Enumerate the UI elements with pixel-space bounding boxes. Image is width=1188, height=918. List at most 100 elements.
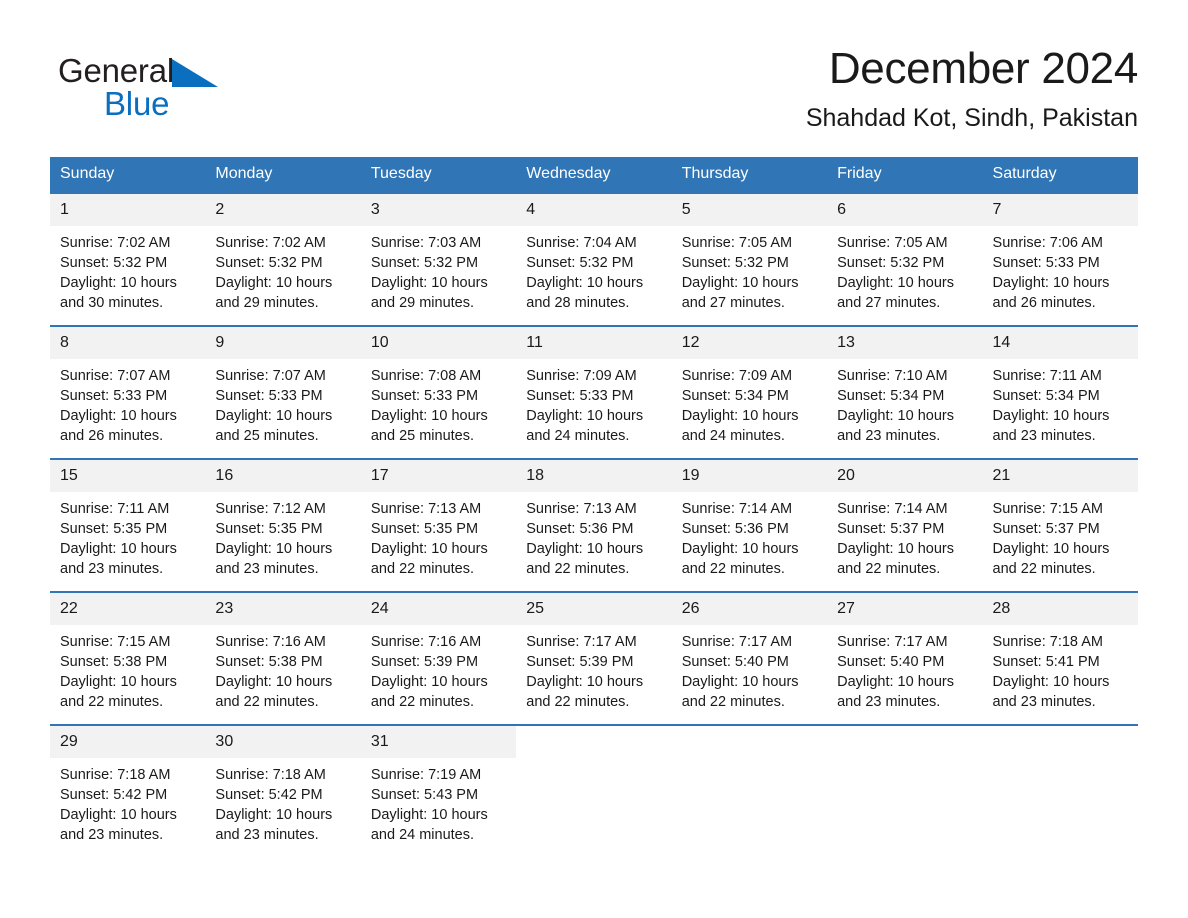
- day-number: 23: [205, 593, 361, 625]
- calendar-day-cell[interactable]: 7 Sunrise: 7:06 AM Sunset: 5:33 PM Daylight…: [982, 192, 1138, 326]
- calendar-day-cell[interactable]: 29 Sunrise: 7:18 AM Sunset: 5:42 PM Dayligh…: [50, 724, 206, 845]
- calendar-day-cell[interactable]: 1 Sunrise: 7:02 AM Sunset: 5:32 PM Daylight…: [50, 192, 206, 326]
- day-details: Sunrise: 7:10 AM Sunset: 5:34 PM Daylight:…: [827, 359, 982, 446]
- day-details: Sunrise: 7:18 AM Sunset: 5:42 PM Daylight:…: [50, 758, 205, 845]
- daylight-text-line2: and 23 minutes.: [837, 694, 941, 710]
- calendar-day-cell[interactable]: 20 Sunrise: 7:14 AM Sunset: 5:37 PM Dayligh…: [827, 458, 983, 592]
- calendar-day-cell[interactable]: 10 Sunrise: 7:08 AM Sunset: 5:33 PM Dayligh…: [360, 325, 517, 459]
- calendar-day-cell[interactable]: 9 Sunrise: 7:07 AM Sunset: 5:33 PM Daylight…: [205, 325, 361, 459]
- calendar-day-cell[interactable]: 18 Sunrise: 7:13 AM Sunset: 5:36 PM Dayligh…: [516, 458, 672, 592]
- calendar-day-cell[interactable]: 28 Sunrise: 7:18 AM Sunset: 5:41 PM Dayligh…: [982, 591, 1138, 725]
- calendar-day-cell[interactable]: 4 Sunrise: 7:04 AM Sunset: 5:32 PM Daylight…: [516, 192, 672, 326]
- calendar-day-cell[interactable]: 17 Sunrise: 7:13 AM Sunset: 5:35 PM Dayligh…: [360, 458, 517, 592]
- calendar-day-cell[interactable]: 13 Sunrise: 7:10 AM Sunset: 5:34 PM Dayligh…: [827, 325, 983, 459]
- calendar-day-cell[interactable]: 24 Sunrise: 7:16 AM Sunset: 5:39 PM Dayligh…: [360, 591, 517, 725]
- sunset-text: Sunset: 5:40 PM: [681, 654, 789, 670]
- triangle-flag-icon: [172, 59, 219, 92]
- calendar-day-cell[interactable]: 21 Sunrise: 7:15 AM Sunset: 5:37 PM Dayligh…: [982, 458, 1138, 592]
- day-number: [827, 726, 983, 758]
- sunrise-text: Sunrise: 7:06 AM: [992, 235, 1103, 251]
- calendar-day-cell[interactable]: 8 Sunrise: 7:07 AM Sunset: 5:33 PM Daylight…: [50, 325, 206, 459]
- calendar-day-cell[interactable]: 5 Sunrise: 7:05 AM Sunset: 5:32 PM Daylight…: [671, 192, 828, 326]
- calendar-empty-cell: [827, 724, 983, 845]
- daylight-text-line2: and 26 minutes.: [60, 428, 164, 444]
- sunset-text: Sunset: 5:37 PM: [837, 521, 945, 537]
- day-number: 15: [50, 460, 206, 492]
- calendar-body: 1 Sunrise: 7:02 AM Sunset: 5:32 PM Daylight…: [50, 192, 1138, 845]
- calendar-day-cell[interactable]: 6 Sunrise: 7:05 AM Sunset: 5:32 PM Daylight…: [827, 192, 983, 326]
- calendar-day-cell[interactable]: 22 Sunrise: 7:15 AM Sunset: 5:38 PM Dayligh…: [50, 591, 206, 725]
- daylight-text-line1: Daylight: 10 hours: [370, 408, 488, 424]
- day-number: [671, 726, 828, 758]
- sunset-text: Sunset: 5:34 PM: [992, 388, 1100, 404]
- daylight-text-line2: and 23 minutes.: [837, 428, 941, 444]
- generalblue-logo[interactable]: General Blue: [58, 52, 258, 122]
- sunrise-text: Sunrise: 7:07 AM: [215, 368, 326, 384]
- page-title: December 2024: [828, 44, 1138, 93]
- calendar-day-cell[interactable]: 19 Sunrise: 7:14 AM Sunset: 5:36 PM Dayligh…: [671, 458, 828, 592]
- calendar-day-cell[interactable]: 15 Sunrise: 7:11 AM Sunset: 5:35 PM Dayligh…: [50, 458, 206, 592]
- day-number: 10: [360, 327, 517, 359]
- day-details: Sunrise: 7:03 AM Sunset: 5:32 PM Daylight:…: [361, 226, 516, 313]
- day-details: Sunrise: 7:18 AM Sunset: 5:42 PM Daylight:…: [205, 758, 360, 845]
- day-number: 28: [982, 593, 1138, 625]
- daylight-text-line2: and 22 minutes.: [60, 694, 164, 710]
- day-number: 5: [671, 194, 828, 226]
- calendar-day-cell[interactable]: 23 Sunrise: 7:16 AM Sunset: 5:38 PM Dayligh…: [205, 591, 361, 725]
- calendar-day-cell[interactable]: 14 Sunrise: 7:11 AM Sunset: 5:34 PM Dayligh…: [982, 325, 1138, 459]
- daylight-text-line2: and 22 minutes.: [992, 561, 1096, 577]
- daylight-text-line1: Daylight: 10 hours: [681, 408, 799, 424]
- day-number: 19: [671, 460, 828, 492]
- sunset-text: Sunset: 5:42 PM: [60, 787, 168, 803]
- calendar-day-cell[interactable]: 26 Sunrise: 7:17 AM Sunset: 5:40 PM Dayligh…: [671, 591, 828, 725]
- day-details: Sunrise: 7:07 AM Sunset: 5:33 PM Daylight:…: [205, 359, 360, 446]
- sunset-text: Sunset: 5:32 PM: [837, 255, 945, 271]
- daylight-text-line1: Daylight: 10 hours: [370, 275, 488, 291]
- sunset-text: Sunset: 5:36 PM: [681, 521, 789, 537]
- sunset-text: Sunset: 5:35 PM: [370, 521, 479, 537]
- sunrise-text: Sunrise: 7:02 AM: [60, 235, 171, 251]
- daylight-text-line1: Daylight: 10 hours: [215, 408, 333, 424]
- sunset-text: Sunset: 5:43 PM: [370, 787, 479, 803]
- sunrise-text: Sunrise: 7:18 AM: [992, 634, 1103, 650]
- day-number: 26: [671, 593, 828, 625]
- calendar-day-cell[interactable]: 27 Sunrise: 7:17 AM Sunset: 5:40 PM Dayligh…: [827, 591, 983, 725]
- sunrise-text: Sunrise: 7:16 AM: [370, 634, 482, 650]
- calendar-day-cell[interactable]: 25 Sunrise: 7:17 AM Sunset: 5:39 PM Dayligh…: [516, 591, 672, 725]
- daylight-text-line2: and 29 minutes.: [370, 295, 475, 311]
- daylight-text-line1: Daylight: 10 hours: [526, 408, 644, 424]
- day-details: Sunrise: 7:16 AM Sunset: 5:39 PM Daylight:…: [361, 625, 516, 712]
- daylight-text-line2: and 22 minutes.: [370, 694, 475, 710]
- daylight-text-line1: Daylight: 10 hours: [60, 275, 177, 291]
- sunrise-text: Sunrise: 7:04 AM: [526, 235, 637, 251]
- sunset-text: Sunset: 5:33 PM: [60, 388, 168, 404]
- calendar-day-cell[interactable]: 2 Sunrise: 7:02 AM Sunset: 5:32 PM Daylight…: [205, 192, 361, 326]
- daylight-text-line1: Daylight: 10 hours: [370, 807, 488, 823]
- sunrise-text: Sunrise: 7:18 AM: [60, 767, 171, 783]
- daylight-text-line2: and 23 minutes.: [992, 694, 1096, 710]
- calendar-day-cell[interactable]: 3 Sunrise: 7:03 AM Sunset: 5:32 PM Daylight…: [360, 192, 517, 326]
- calendar-day-cell[interactable]: 30 Sunrise: 7:18 AM Sunset: 5:42 PM Dayligh…: [205, 724, 361, 845]
- daylight-text-line1: Daylight: 10 hours: [992, 408, 1110, 424]
- day-details: Sunrise: 7:16 AM Sunset: 5:38 PM Daylight:…: [205, 625, 360, 712]
- day-number: 21: [982, 460, 1138, 492]
- calendar-container: Sunday Monday Tuesday Wednesday Thursday…: [50, 157, 1138, 845]
- calendar-empty-cell: [982, 724, 1138, 845]
- calendar-empty-cell: [516, 724, 672, 845]
- sunset-text: Sunset: 5:42 PM: [215, 787, 323, 803]
- daylight-text-line2: and 23 minutes.: [60, 827, 164, 843]
- sunrise-text: Sunrise: 7:19 AM: [370, 767, 482, 783]
- day-details: Sunrise: 7:04 AM Sunset: 5:32 PM Daylight:…: [516, 226, 671, 313]
- day-details: Sunrise: 7:19 AM Sunset: 5:43 PM Daylight:…: [361, 758, 516, 845]
- sunrise-text: Sunrise: 7:09 AM: [681, 368, 793, 384]
- logo-text-general: General: [58, 52, 175, 89]
- calendar-day-cell[interactable]: 31 Sunrise: 7:19 AM Sunset: 5:43 PM Dayligh…: [360, 724, 517, 845]
- calendar-day-cell[interactable]: 12 Sunrise: 7:09 AM Sunset: 5:34 PM Dayligh…: [671, 325, 828, 459]
- calendar-day-cell[interactable]: 11 Sunrise: 7:09 AM Sunset: 5:33 PM Dayligh…: [516, 325, 672, 459]
- calendar-day-cell[interactable]: 16 Sunrise: 7:12 AM Sunset: 5:35 PM Dayligh…: [205, 458, 361, 592]
- sunrise-text: Sunrise: 7:13 AM: [526, 501, 637, 517]
- weekday-header-thursday: Thursday: [671, 157, 828, 193]
- daylight-text-line2: and 28 minutes.: [526, 295, 630, 311]
- day-number: 1: [50, 194, 206, 226]
- daylight-text-line2: and 22 minutes.: [681, 694, 785, 710]
